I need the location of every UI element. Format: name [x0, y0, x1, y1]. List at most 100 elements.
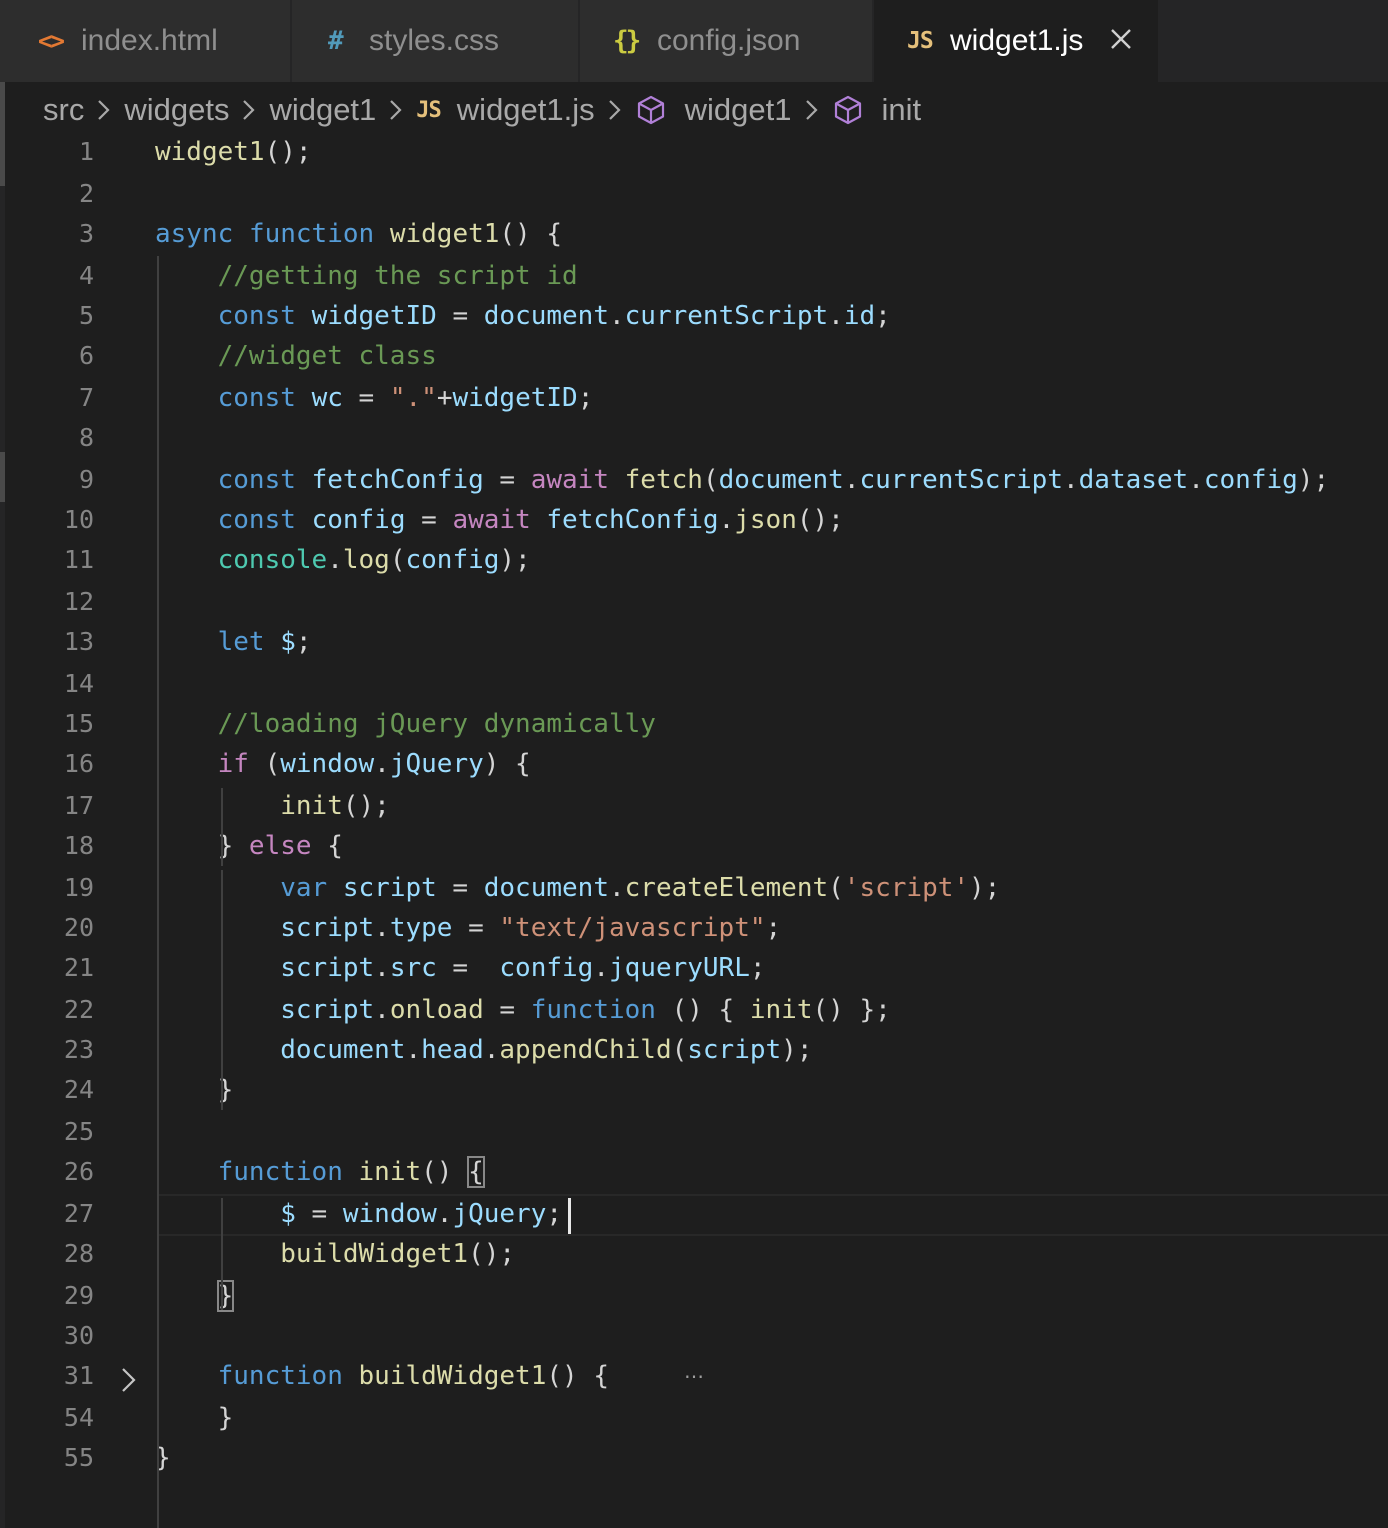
folded-region-ellipsis[interactable]: ⋯	[684, 1362, 704, 1392]
code-token: fetchConfig	[546, 505, 719, 535]
code-token: (	[828, 873, 844, 903]
json-braces-icon: {}	[613, 26, 641, 56]
code-line[interactable]: 30	[0, 1316, 1388, 1356]
code-line[interactable]: 16 if (window.jQuery) {	[0, 744, 1388, 784]
line-number: 21	[63, 953, 94, 982]
tab-config-json[interactable]: {} config.json	[580, 0, 874, 82]
tab-styles-css[interactable]: # styles.css	[292, 0, 580, 82]
code-line[interactable]: 14	[0, 664, 1388, 704]
code-token: .	[828, 301, 844, 331]
code-line[interactable]: 11 console.log(config);	[0, 540, 1388, 580]
code-token: .	[718, 505, 735, 535]
breadcrumb-widget1-file[interactable]: JS widget1.js	[416, 92, 594, 128]
code-token: fetchConfig	[311, 465, 484, 495]
code-editor[interactable]: 1 widget1(); 2 3 async function widget1() {4…	[0, 132, 1388, 1528]
code-line[interactable]: 26 function init() {	[0, 1152, 1388, 1192]
line-number: 11	[63, 545, 94, 574]
code-token: log	[342, 545, 390, 575]
cube-symbol-icon	[637, 95, 664, 125]
code-line[interactable]: 25	[0, 1112, 1388, 1152]
code-line[interactable]: 17 init();	[0, 786, 1388, 826]
line-number: 2	[78, 179, 94, 208]
code-token: var	[280, 873, 328, 903]
code-line[interactable]: 12	[0, 582, 1388, 622]
code-token: config	[499, 953, 594, 983]
code-line[interactable]: 28 buildWidget1();	[0, 1234, 1388, 1274]
tab-widget1-js[interactable]: JS widget1.js	[874, 0, 1160, 82]
fold-chevron-icon[interactable]	[118, 1362, 140, 1398]
code-token: function	[217, 1361, 343, 1391]
line-number: 24	[63, 1075, 94, 1104]
code-line[interactable]: 54 }	[0, 1398, 1388, 1438]
code-token: config	[1203, 465, 1298, 495]
code-token: script	[280, 953, 375, 983]
breadcrumb-label: widgets	[124, 92, 230, 127]
code-token: wc	[311, 383, 343, 413]
code-token: (	[248, 749, 281, 779]
code-line[interactable]: 7 const wc = "."+widgetID;	[0, 378, 1388, 418]
indent-guide	[221, 788, 223, 866]
tab-index-html[interactable]: <> index.html	[0, 0, 292, 82]
code-line[interactable]: 22 script.onload = function () { init() …	[0, 990, 1388, 1030]
close-icon[interactable]	[1106, 24, 1136, 56]
code-token: document	[718, 465, 844, 495]
line-number: 54	[63, 1403, 94, 1432]
code-line[interactable]: 20 script.type = "text/javascript";	[0, 908, 1388, 948]
code-line[interactable]: 9 const fetchConfig = await fetch(docume…	[0, 460, 1388, 500]
breadcrumb-symbol-widget1[interactable]: widget1	[635, 92, 792, 128]
code-text: function init() {	[155, 1152, 485, 1192]
code-token: }	[155, 831, 249, 861]
line-number: 29	[63, 1281, 94, 1310]
code-line[interactable]: 3 async function widget1() {	[0, 214, 1388, 254]
code-line[interactable]: 18 } else {	[0, 826, 1388, 866]
breadcrumb-label: init	[881, 92, 922, 127]
code-text: script.onload = function () { init() };	[155, 990, 891, 1030]
code-token: =	[483, 995, 531, 1025]
chevron-right-icon	[805, 100, 818, 120]
code-line[interactable]: 55}	[0, 1438, 1388, 1478]
code-line[interactable]: 2	[0, 174, 1388, 214]
code-line[interactable]: 5 const widgetID = document.currentScrip…	[0, 296, 1388, 336]
code-text: init();	[155, 786, 390, 826]
code-line[interactable]: 29 }	[0, 1276, 1388, 1316]
line-number: 8	[78, 423, 94, 452]
code-line[interactable]: 19 var script = document.createElement('…	[0, 868, 1388, 908]
code-line[interactable]: 10 const config = await fetchConfig.json…	[0, 500, 1388, 540]
code-text: script.type = "text/javascript";	[155, 908, 781, 948]
code-line[interactable]: 24 }	[0, 1070, 1388, 1110]
code-token: console	[217, 545, 328, 575]
code-text: const wc = "."+widgetID;	[155, 378, 594, 418]
code-line[interactable]: 23 document.head.appendChild(script);	[0, 1030, 1388, 1070]
code-line[interactable]: 8	[0, 418, 1388, 458]
code-line[interactable]: 6 //widget class	[0, 336, 1388, 376]
code-line[interactable]: 21 script.src = config.jqueryURL;	[0, 948, 1388, 988]
code-token: .	[609, 301, 625, 331]
breadcrumb-symbol-init[interactable]: init	[832, 92, 922, 128]
code-token: .	[327, 545, 343, 575]
code-token: ();	[796, 505, 844, 535]
code-line[interactable]: 15 //loading jQuery dynamically	[0, 704, 1388, 744]
breadcrumb-src[interactable]: src	[43, 92, 84, 128]
code-line[interactable]: 13 let $;	[0, 622, 1388, 662]
code-token: init	[280, 791, 343, 821]
code-token: script	[280, 913, 375, 943]
code-token: =	[405, 505, 453, 535]
line-number: 31	[63, 1361, 94, 1390]
breadcrumb-widgets[interactable]: widgets	[124, 92, 229, 128]
breadcrumb-widget1-folder[interactable]: widget1	[269, 92, 376, 128]
code-token: +	[436, 383, 453, 413]
code-token: currentScript	[859, 465, 1063, 495]
code-token: ;	[875, 301, 891, 331]
code-line[interactable]: 27 $ = window.jQuery;	[0, 1194, 1388, 1234]
code-line[interactable]: 1 widget1();	[0, 132, 1388, 172]
code-token: );	[969, 873, 1001, 903]
code-line[interactable]: 4 //getting the script id	[0, 256, 1388, 296]
